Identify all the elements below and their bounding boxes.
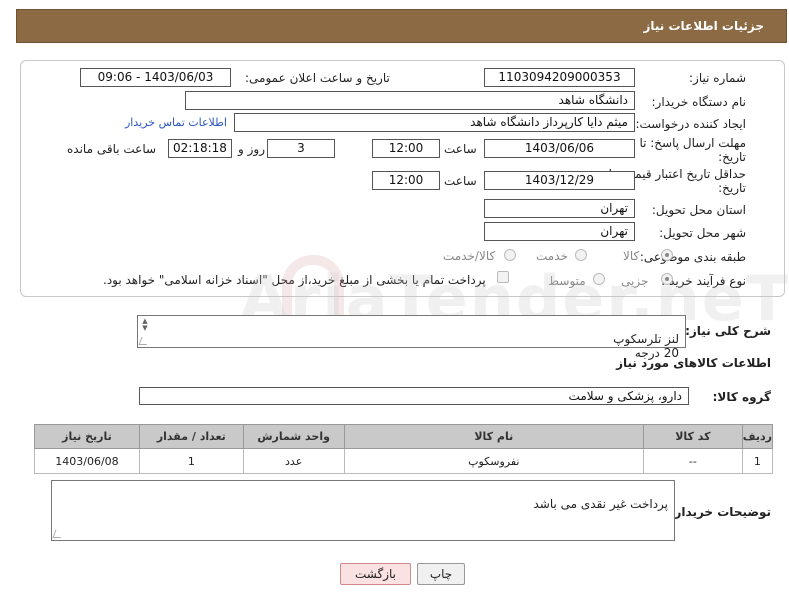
need-number-label: شماره نیاز: (689, 71, 746, 85)
category-radio-service[interactable] (575, 249, 587, 261)
goods-table: ردیف کد کالا نام کالا واحد شمارش تعداد /… (34, 424, 774, 474)
description-textarea[interactable]: لنز تلرسکوپ 20 درجه ▲ ▼ (137, 315, 686, 360)
need-number-field: 1103094209000353 (484, 68, 635, 87)
cell-quantity: 1 (138, 448, 244, 474)
goods-section-title: اطلاعات کالاهای مورد نیاز (616, 356, 771, 370)
col-row-number: ردیف (741, 424, 774, 449)
reply-time-label: ساعت (444, 142, 477, 156)
announce-date-field: 1403/06/03 - 09:06 (80, 68, 231, 87)
buyer-notes-text: پرداخت غیر نقدی می باشد (533, 497, 669, 511)
cell-goods-code: -- (642, 448, 743, 474)
col-need-date: تاریخ نیاز (34, 424, 140, 449)
col-unit: واحد شمارش (242, 424, 345, 449)
reply-deadline-time: 12:00 (372, 139, 440, 158)
buyer-notes-textarea[interactable]: پرداخت غیر نقدی می باشد (51, 480, 675, 541)
city-label: شهر محل تحویل: (659, 226, 746, 240)
buyer-org-field: دانشگاه شاهد (185, 91, 635, 110)
col-goods-code: کد کالا (642, 424, 743, 449)
cell-goods-name: نفروسکوپ (343, 448, 644, 474)
category-option-service: خدمت (536, 249, 568, 263)
reply-deadline-label-2: تاریخ: (718, 150, 746, 164)
goods-group-label: گروه کالا: (712, 390, 771, 404)
price-validity-label-2: تاریخ: (718, 181, 746, 195)
days-label: روز و (238, 142, 265, 156)
table-header-row: ردیف کد کالا نام کالا واحد شمارش تعداد /… (34, 424, 774, 449)
table-row: 1 -- نفروسکوپ عدد 1 1403/06/08 (34, 448, 774, 474)
back-button[interactable]: بازگشت (340, 563, 411, 585)
remaining-days: 3 (267, 139, 335, 158)
city-field: تهران (484, 222, 635, 241)
province-label: استان محل تحویل: (651, 203, 746, 217)
cell-row-number: 1 (741, 448, 774, 474)
category-option-both: کالا/خدمت (443, 249, 496, 263)
price-validity-time: 12:00 (372, 171, 440, 190)
category-option-goods: کالا (623, 249, 640, 263)
reply-deadline-date: 1403/06/06 (484, 139, 635, 158)
remaining-label: ساعت باقی مانده (67, 142, 157, 156)
requester-label: ایجاد کننده درخواست: (635, 117, 746, 131)
scroll-arrows-icon[interactable]: ▲ ▼ (140, 318, 150, 332)
reply-deadline-label: مهلت ارسال پاسخ: تا (639, 136, 746, 150)
col-goods-name: نام کالا (343, 424, 644, 449)
remaining-time: 02:18:18 (168, 139, 232, 158)
category-radio-goods[interactable] (661, 249, 673, 261)
print-button[interactable]: چاپ (417, 563, 465, 585)
buyer-contact-link[interactable]: اطلاعات تماس خریدار (125, 116, 227, 129)
col-quantity: تعداد / مقدار (138, 424, 244, 449)
province-field: تهران (484, 199, 635, 218)
cell-need-date: 1403/06/08 (34, 448, 140, 474)
announce-date-label: تاریخ و ساعت اعلان عمومی: (245, 71, 390, 85)
validity-time-label: ساعت (444, 174, 477, 188)
resize-grip-icon[interactable] (138, 337, 150, 345)
buyer-org-label: نام دستگاه خریدار: (651, 95, 747, 109)
buyer-notes-label: توضیحات خریدار: (669, 505, 771, 519)
resize-grip-icon[interactable] (52, 530, 64, 538)
category-radio-both[interactable] (504, 249, 516, 261)
page-header: جزئیات اطلاعات نیاز (16, 9, 787, 43)
description-label: شرح کلی نیاز: (685, 324, 771, 338)
page-title: جزئیات اطلاعات نیاز (643, 19, 764, 33)
requester-field: میثم دایا کارپرداز دانشگاه شاهد (234, 113, 635, 132)
price-validity-date: 1403/12/29 (484, 171, 635, 190)
cell-unit: عدد (242, 448, 345, 474)
goods-group-field: دارو، پزشکی و سلامت (139, 387, 689, 405)
